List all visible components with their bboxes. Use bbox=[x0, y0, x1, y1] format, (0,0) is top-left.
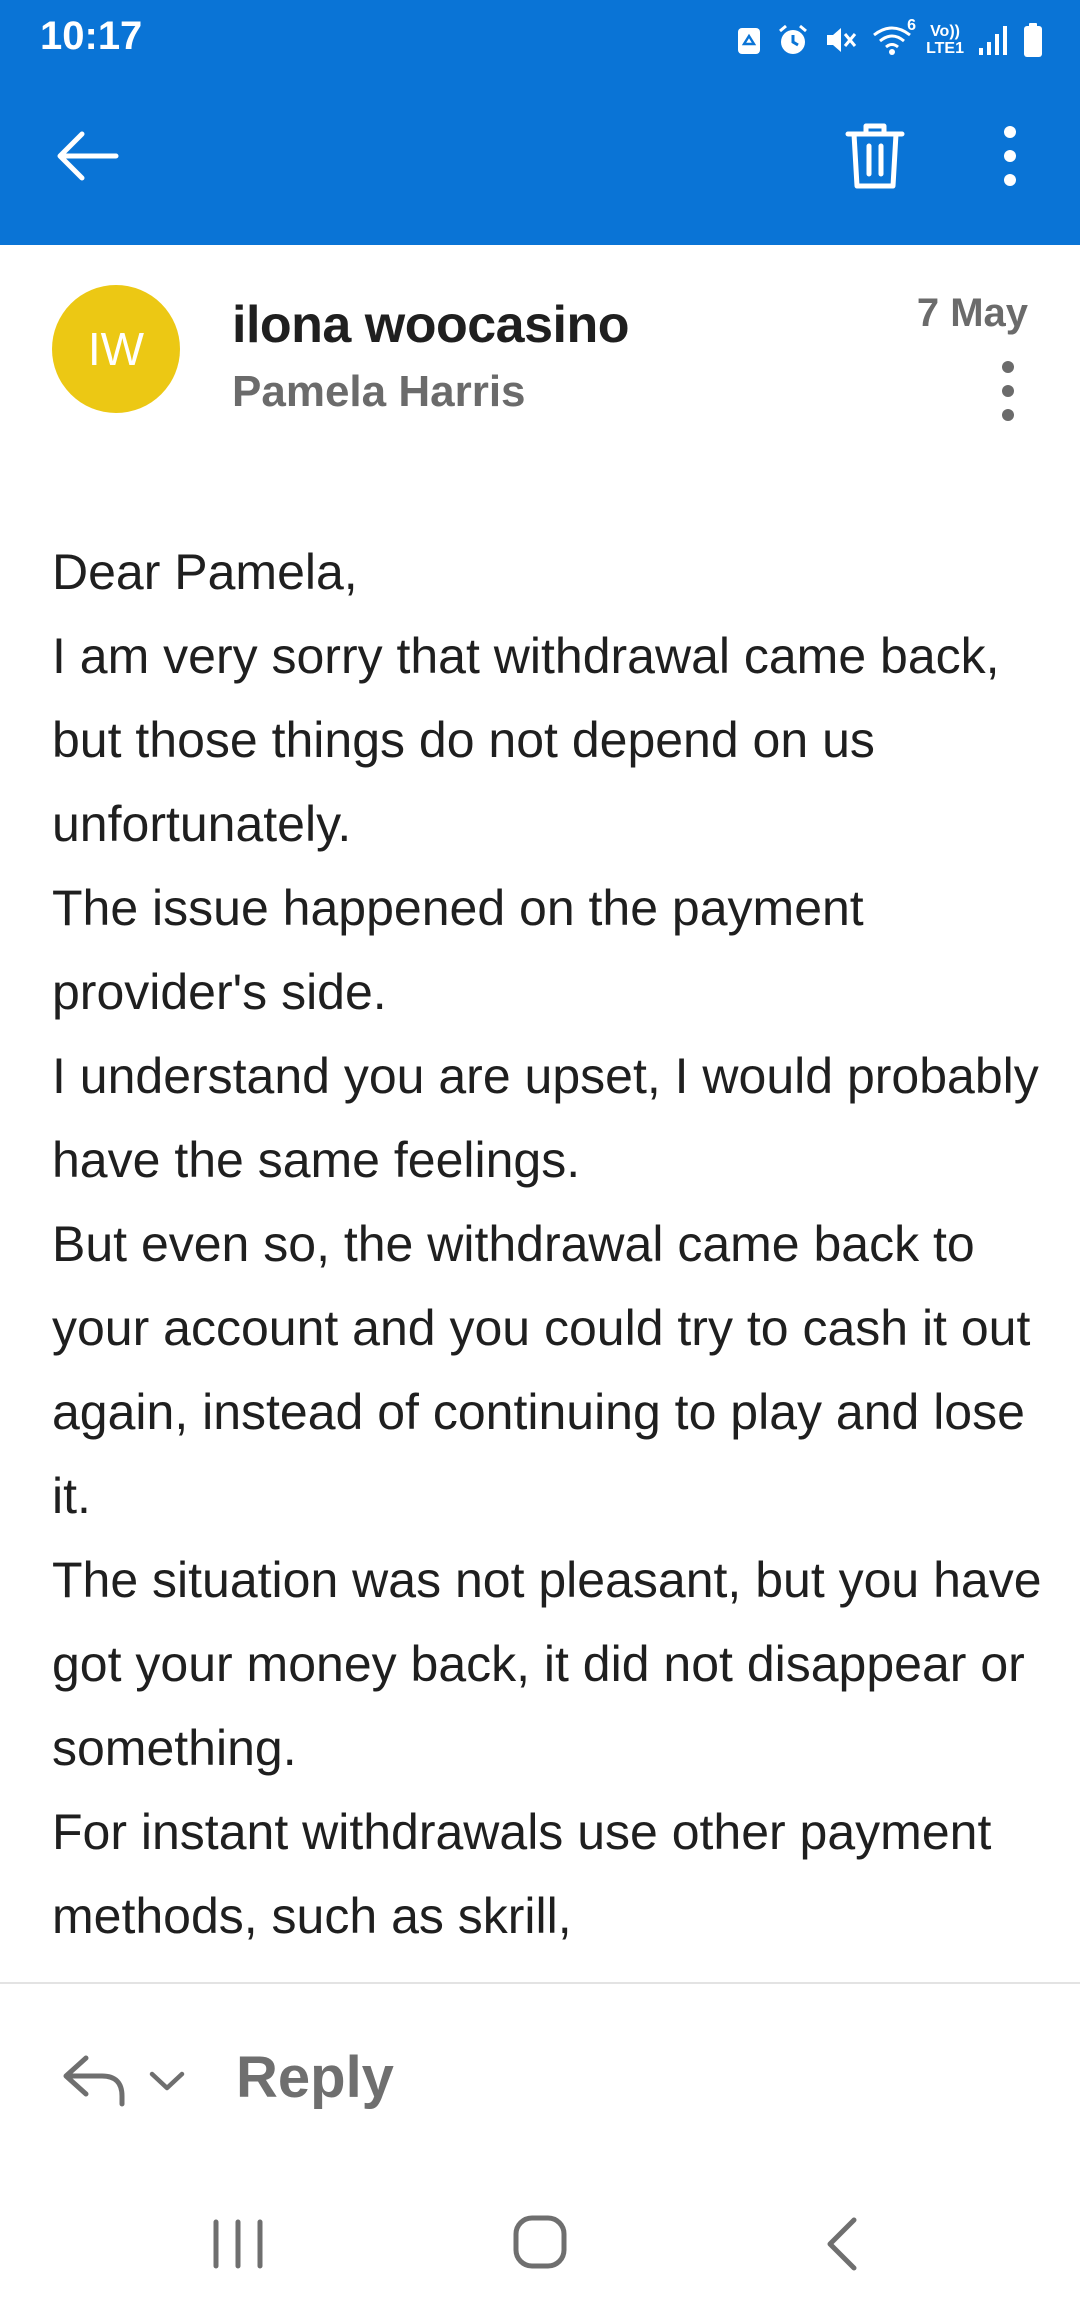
recycle-icon bbox=[736, 24, 762, 56]
volte-icon: Vo)) LTE1 bbox=[926, 23, 964, 57]
trash-icon[interactable] bbox=[842, 120, 908, 192]
message-body: Dear Pamela, I am very sorry that withdr… bbox=[52, 530, 1042, 1982]
app-header: 10:17 6 Vo)) LTE1 bbox=[0, 0, 1080, 245]
body-paragraph: Dear Pamela, bbox=[52, 544, 358, 600]
alarm-icon bbox=[776, 23, 810, 57]
lte-label: LTE1 bbox=[926, 40, 964, 57]
body-paragraph: The issue happened on the payment provid… bbox=[52, 880, 864, 1020]
back-icon[interactable] bbox=[822, 2214, 862, 2274]
chevron-down-icon[interactable] bbox=[148, 2064, 186, 2098]
message-more-icon[interactable] bbox=[996, 357, 1020, 425]
body-paragraph: I am very sorry that withdrawal came bac… bbox=[52, 628, 1000, 852]
recipient-name[interactable]: Pamela Harris bbox=[232, 367, 526, 417]
more-vertical-icon[interactable] bbox=[990, 120, 1030, 192]
wifi-icon: 6 bbox=[872, 17, 916, 57]
status-time: 10:17 bbox=[40, 14, 143, 58]
mute-icon bbox=[824, 23, 858, 57]
system-nav-bar bbox=[0, 2168, 1080, 2316]
wifi-badge: 6 bbox=[907, 17, 917, 34]
reply-bar: Reply bbox=[0, 1982, 1080, 2168]
body-paragraph: The situation was not pleasant, but you … bbox=[52, 1552, 1042, 1776]
avatar[interactable]: IW bbox=[52, 285, 180, 413]
home-icon[interactable] bbox=[512, 2212, 568, 2272]
message-header: IW ilona woocasino Pamela Harris 7 May bbox=[0, 245, 1080, 465]
recents-icon[interactable] bbox=[210, 2214, 266, 2274]
back-arrow-icon[interactable] bbox=[52, 120, 124, 192]
status-icons: 6 Vo)) LTE1 bbox=[736, 17, 1044, 62]
signal-icon bbox=[978, 24, 1008, 56]
volte-label: Vo)) bbox=[930, 23, 960, 40]
sender-name[interactable]: ilona woocasino bbox=[232, 295, 630, 355]
body-paragraph: For instant withdrawals use other paymen… bbox=[52, 1804, 992, 1944]
reply-icon[interactable] bbox=[60, 2052, 132, 2110]
reply-button[interactable]: Reply bbox=[236, 2044, 394, 2111]
body-paragraph: But even so, the withdrawal came back to… bbox=[52, 1216, 1031, 1524]
message-date: 7 May bbox=[916, 291, 1028, 335]
body-paragraph: I understand you are upset, I would prob… bbox=[52, 1048, 1039, 1188]
battery-icon bbox=[1022, 22, 1044, 58]
